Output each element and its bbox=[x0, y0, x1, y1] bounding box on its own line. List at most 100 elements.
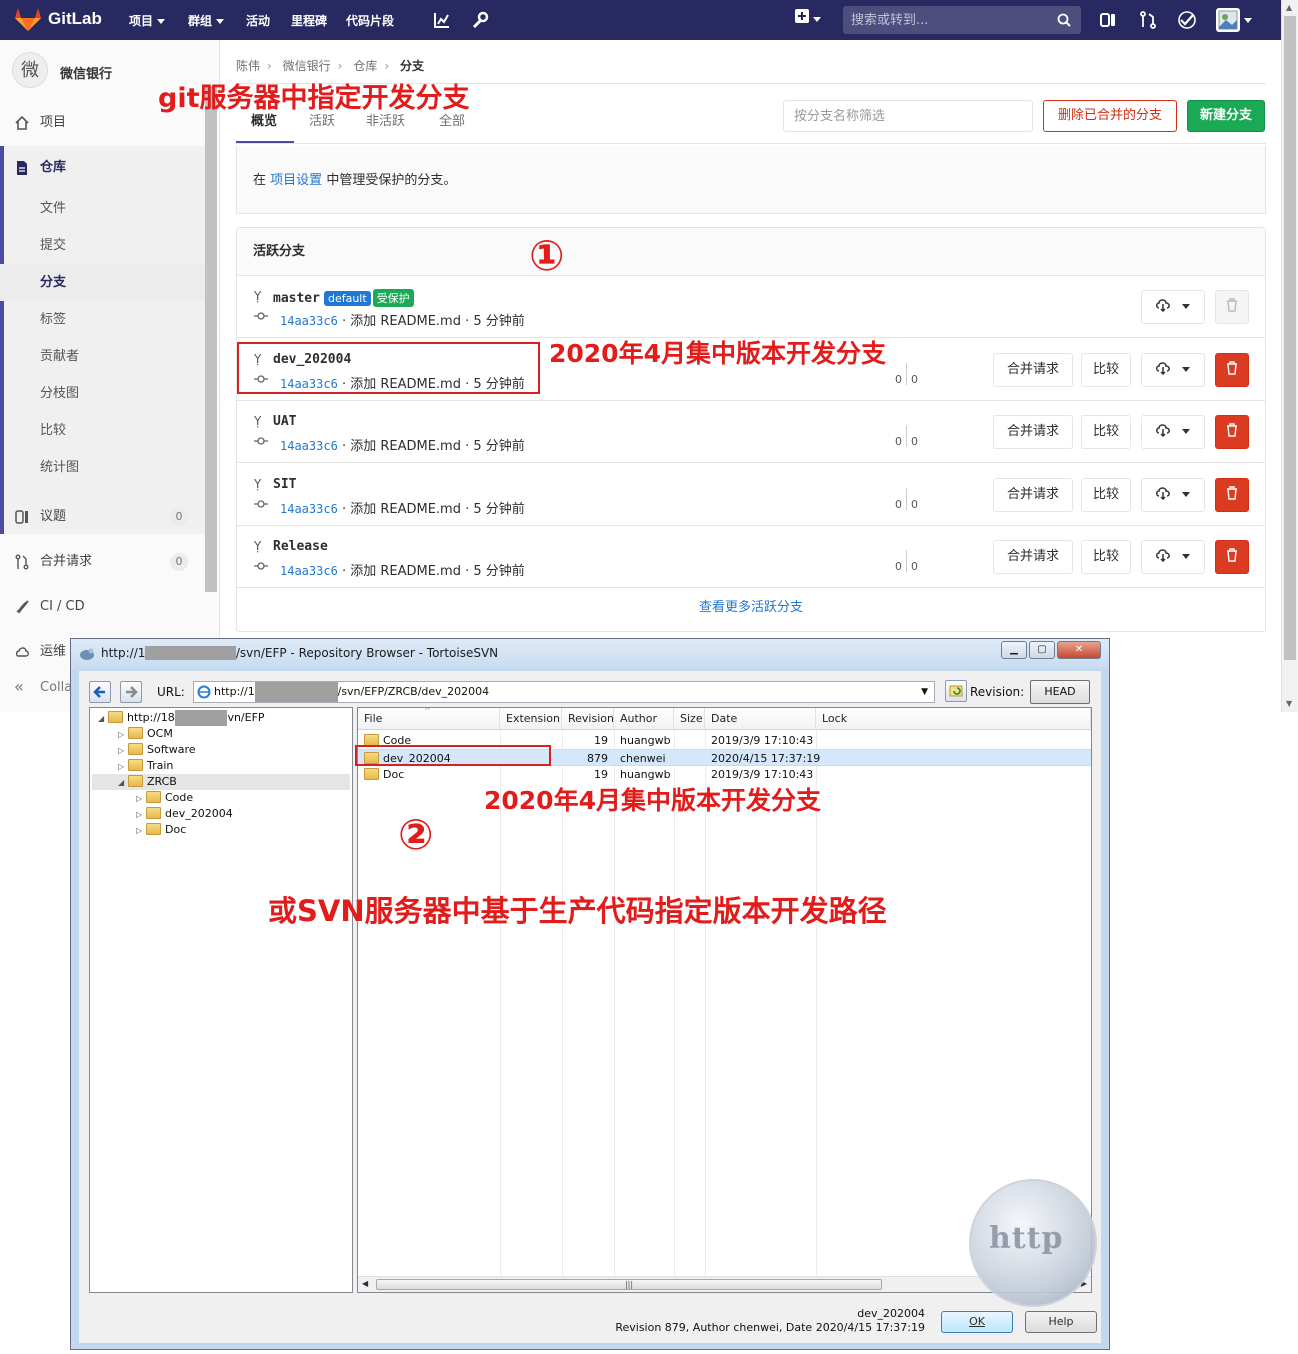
sidebar-item-commits[interactable]: 提交 bbox=[0, 227, 205, 264]
sidebar-item-merge-requests[interactable]: 合并请求 0 bbox=[0, 543, 205, 580]
window-titlebar[interactable]: http://1XXXXXXXXXXX/svn/EFP - Repository… bbox=[71, 639, 1109, 669]
refresh-button[interactable] bbox=[945, 680, 967, 702]
sidebar-item-files[interactable]: 文件 bbox=[0, 190, 205, 227]
nav-snippets[interactable]: 代码片段 bbox=[346, 12, 394, 29]
compare-button[interactable]: 比较 bbox=[1081, 477, 1131, 512]
project-avatar[interactable]: 微 bbox=[12, 52, 48, 88]
breadcrumb-project[interactable]: 微信银行 bbox=[283, 59, 331, 73]
forward-button[interactable] bbox=[120, 681, 142, 703]
tree-node-ocm[interactable]: ▷ OCM bbox=[118, 726, 173, 742]
delete-merged-branches-button[interactable]: 删除已合并的分支 bbox=[1043, 100, 1177, 132]
merge-request-button[interactable]: 合并请求 bbox=[993, 352, 1073, 387]
branch-name[interactable]: master default 受保护 bbox=[273, 289, 414, 307]
tree-node-zrcb[interactable]: ◢ ZRCB bbox=[92, 774, 350, 790]
scroll-up-icon[interactable]: ▲ bbox=[1286, 3, 1292, 12]
revision-button[interactable]: HEAD bbox=[1030, 680, 1090, 704]
global-search[interactable] bbox=[843, 6, 1081, 34]
download-dropdown[interactable] bbox=[1141, 290, 1205, 324]
tree-node-root[interactable]: ◢ http://18XXXXXXXvn/EFP bbox=[98, 710, 265, 726]
column-header-lock[interactable]: Lock bbox=[816, 708, 1091, 730]
scrollbar-thumb[interactable]: ||| bbox=[376, 1279, 882, 1290]
project-name[interactable]: 微信银行 bbox=[60, 63, 112, 82]
more-active-branches-link[interactable]: 查看更多活跃分支 bbox=[237, 596, 1265, 615]
sidebar-item-contributors[interactable]: 贡献者 bbox=[0, 338, 205, 375]
sort-ascending-icon: ^ bbox=[424, 707, 431, 715]
commit-sha-link[interactable]: 14aa33c6 bbox=[280, 439, 338, 453]
compare-button[interactable]: 比较 bbox=[1081, 352, 1131, 387]
delete-branch-button[interactable] bbox=[1215, 540, 1249, 575]
page-scrollbar[interactable]: ▲ ▼ bbox=[1281, 0, 1298, 712]
project-settings-link[interactable]: 项目设置 bbox=[270, 173, 322, 188]
commit-sha-link[interactable]: 14aa33c6 bbox=[280, 564, 338, 578]
chevron-down-icon[interactable]: ▼ bbox=[921, 682, 928, 702]
tree-node-dev-202004[interactable]: ▷ dev_202004 bbox=[136, 806, 233, 822]
download-dropdown[interactable] bbox=[1141, 477, 1205, 512]
help-button[interactable]: Help bbox=[1025, 1311, 1097, 1333]
back-button[interactable] bbox=[89, 681, 111, 703]
search-input[interactable] bbox=[851, 11, 1051, 29]
delete-branch-button[interactable] bbox=[1215, 477, 1249, 512]
delete-branch-button[interactable] bbox=[1215, 352, 1249, 387]
new-menu[interactable] bbox=[795, 9, 821, 27]
merge-request-button[interactable]: 合并请求 bbox=[993, 477, 1073, 512]
sidebar-item-tags[interactable]: 标签 bbox=[0, 301, 205, 338]
nav-projects[interactable]: 项目 bbox=[129, 12, 166, 29]
todo-icon[interactable] bbox=[1176, 9, 1198, 31]
nav-activity[interactable]: 活动 bbox=[246, 12, 270, 29]
tree-node-software[interactable]: ▷ Software bbox=[118, 742, 196, 758]
sidebar-item-graph[interactable]: 分枝图 bbox=[0, 375, 205, 412]
sidebar-item-issues[interactable]: 议题 0 bbox=[0, 498, 205, 535]
column-header-author[interactable]: Author bbox=[614, 708, 674, 730]
sidebar-item-compare[interactable]: 比较 bbox=[0, 412, 205, 449]
sidebar-item-branches[interactable]: 分支 bbox=[0, 264, 205, 301]
download-dropdown[interactable] bbox=[1141, 352, 1205, 387]
commit-sha-link[interactable]: 14aa33c6 bbox=[280, 502, 338, 516]
sidebar-scrollbar[interactable] bbox=[205, 86, 217, 592]
ok-button[interactable]: OK bbox=[941, 1311, 1013, 1333]
download-dropdown[interactable] bbox=[1141, 415, 1205, 450]
breadcrumb-branches[interactable]: 分支 bbox=[400, 59, 424, 73]
column-header-date[interactable]: Date bbox=[705, 708, 816, 730]
merge-request-button[interactable]: 合并请求 bbox=[993, 540, 1073, 575]
commit-sha-link[interactable]: 14aa33c6 bbox=[280, 314, 338, 328]
annotation-circle-1: ① bbox=[529, 231, 565, 280]
download-dropdown[interactable] bbox=[1141, 540, 1205, 575]
sidebar-item-charts[interactable]: 统计图 bbox=[0, 449, 205, 486]
compare-button[interactable]: 比较 bbox=[1081, 540, 1131, 575]
delete-branch-button[interactable] bbox=[1215, 415, 1249, 450]
scroll-left-icon[interactable]: ◀ bbox=[362, 1279, 368, 1288]
breadcrumb-repository[interactable]: 仓库 bbox=[353, 59, 377, 73]
gitlab-brand[interactable]: GitLab bbox=[48, 9, 102, 29]
issues-icon[interactable] bbox=[1097, 9, 1119, 31]
nav-milestones[interactable]: 里程碑 bbox=[291, 12, 327, 29]
page-scrollbar-thumb[interactable] bbox=[1284, 16, 1296, 660]
branch-name[interactable]: Release bbox=[273, 539, 328, 554]
compare-button[interactable]: 比较 bbox=[1081, 415, 1131, 450]
minimize-button[interactable]: ▁ bbox=[1001, 641, 1027, 659]
nav-groups[interactable]: 群组 bbox=[188, 12, 225, 29]
tree-node-train[interactable]: ▷ Train bbox=[118, 758, 173, 774]
scroll-down-icon[interactable]: ▼ bbox=[1286, 699, 1292, 708]
gitlab-logo-icon[interactable] bbox=[14, 6, 42, 32]
tree-node-code[interactable]: ▷ Code bbox=[136, 790, 193, 806]
column-header-size[interactable]: Size bbox=[674, 708, 705, 730]
branch-filter-input[interactable] bbox=[783, 100, 1033, 132]
repository-tree[interactable]: ◢ http://18XXXXXXXvn/EFP ▷ OCM ▷ Software ▷… bbox=[89, 707, 353, 1293]
column-header-revision[interactable]: Revision bbox=[562, 708, 614, 730]
new-branch-button[interactable]: 新建分支 bbox=[1187, 100, 1265, 132]
tree-node-doc[interactable]: ▷ Doc bbox=[136, 822, 186, 838]
branch-name[interactable]: UAT bbox=[273, 414, 296, 429]
maximize-button[interactable]: ▢ bbox=[1029, 641, 1055, 659]
column-header-extension[interactable]: Extension bbox=[500, 708, 562, 730]
chart-icon[interactable] bbox=[431, 9, 453, 31]
sidebar-item-repository[interactable]: 仓库 bbox=[0, 149, 205, 186]
sidebar-item-ci-cd[interactable]: CI / CD bbox=[0, 588, 205, 625]
branch-name[interactable]: SIT bbox=[273, 477, 296, 492]
wrench-icon[interactable] bbox=[469, 9, 491, 31]
close-button[interactable]: ✕ bbox=[1057, 641, 1101, 659]
merge-request-icon[interactable] bbox=[1137, 9, 1159, 31]
merge-request-button[interactable]: 合并请求 bbox=[993, 415, 1073, 450]
url-combobox[interactable]: http://1XXXXXXXXXXX/svn/EFP/ZRCB/dev_202… bbox=[193, 681, 935, 703]
user-menu[interactable] bbox=[1216, 8, 1252, 36]
breadcrumb-user[interactable]: 陈伟 bbox=[236, 59, 260, 73]
